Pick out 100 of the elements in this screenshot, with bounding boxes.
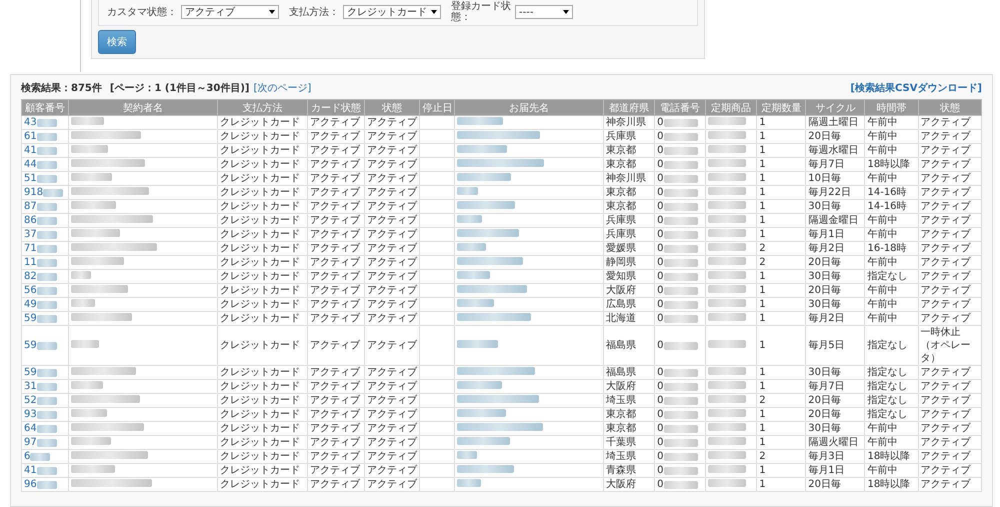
redacted-text bbox=[664, 146, 698, 154]
table-cell: 1 bbox=[756, 408, 806, 422]
table-cell: アクティブ bbox=[918, 464, 982, 478]
table-cell: アクティブ bbox=[307, 228, 365, 242]
table-cell: 愛媛県 bbox=[604, 242, 655, 256]
table-cell: アクティブ bbox=[307, 394, 365, 408]
table-cell: 1 bbox=[756, 200, 806, 214]
table-cell: 30日毎 bbox=[806, 270, 865, 284]
table-cell: クレジットカード bbox=[218, 450, 308, 464]
redacted-text bbox=[36, 202, 57, 210]
table-cell: クレジットカード bbox=[218, 380, 308, 394]
table-cell: 2 bbox=[756, 450, 806, 464]
table-cell: アクティブ bbox=[364, 270, 420, 284]
table-cell: アクティブ bbox=[364, 380, 420, 394]
column-header: 都道府県 bbox=[604, 100, 655, 116]
redacted-text bbox=[664, 188, 698, 196]
redacted-text bbox=[664, 230, 698, 238]
table-cell: クレジットカード bbox=[218, 200, 308, 214]
table-cell: 毎月1日 bbox=[806, 228, 865, 242]
select-field[interactable]: アクティブ bbox=[181, 5, 279, 19]
select-field[interactable]: ---- bbox=[515, 5, 573, 19]
redacted-text bbox=[708, 299, 746, 307]
redacted-text bbox=[708, 409, 746, 417]
redacted-text bbox=[456, 229, 519, 237]
table-cell: アクティブ bbox=[307, 422, 365, 436]
table-cell: アクティブ bbox=[364, 158, 420, 172]
table-cell: 0 bbox=[657, 284, 664, 296]
table-cell: 隔週土曜日 bbox=[806, 116, 865, 130]
table-cell: 神奈川県 bbox=[604, 116, 655, 130]
table-cell: 広島県 bbox=[604, 298, 655, 312]
table-cell: 1 bbox=[756, 464, 806, 478]
customer-number-link[interactable]: 59 bbox=[24, 339, 37, 352]
redacted-text bbox=[70, 465, 115, 473]
result-count: 検索結果：875件 bbox=[21, 82, 102, 95]
table-cell: 0 bbox=[657, 256, 664, 268]
table-cell: アクティブ bbox=[918, 200, 982, 214]
redacted-text bbox=[708, 437, 746, 445]
redacted-text bbox=[456, 451, 477, 459]
table-cell: アクティブ bbox=[918, 270, 982, 284]
redacted-text bbox=[456, 187, 478, 195]
table-cell: 東京都 bbox=[604, 186, 655, 200]
table-cell: 午前中 bbox=[864, 144, 918, 158]
table-cell: 0 bbox=[657, 200, 664, 212]
table-cell: クレジットカード bbox=[218, 256, 308, 270]
field-label: カスタマ状態： bbox=[107, 6, 177, 18]
table-cell: 千葉県 bbox=[604, 436, 655, 450]
table-cell: 1 bbox=[756, 312, 806, 326]
table-cell: アクティブ bbox=[918, 312, 982, 326]
table-cell: アクティブ bbox=[918, 436, 982, 450]
redacted-text bbox=[664, 300, 698, 308]
table-cell: アクティブ bbox=[307, 326, 365, 366]
column-header: 停止日 bbox=[420, 100, 454, 116]
caret-icon bbox=[563, 10, 569, 14]
table-cell: 1 bbox=[756, 214, 806, 228]
table-cell: アクティブ bbox=[307, 200, 365, 214]
table-cell: 午前中 bbox=[864, 214, 918, 228]
table-cell: 1 bbox=[756, 436, 806, 450]
table-cell: 1 bbox=[756, 422, 806, 436]
table-cell: アクティブ bbox=[307, 284, 365, 298]
redacted-text bbox=[70, 367, 136, 375]
redacted-text bbox=[708, 451, 746, 459]
table-cell: 1 bbox=[756, 116, 806, 130]
table-cell: 20日毎 bbox=[806, 284, 865, 298]
redacted-text bbox=[664, 258, 698, 266]
table-cell: アクティブ bbox=[364, 284, 420, 298]
table-cell: 福島県 bbox=[604, 326, 655, 366]
table-cell: 0 bbox=[657, 130, 664, 142]
redacted-text bbox=[70, 229, 120, 237]
table-cell: 指定なし bbox=[864, 366, 918, 380]
search-button[interactable]: 検索 bbox=[98, 30, 136, 54]
table-cell: アクティブ bbox=[918, 284, 982, 298]
field-label: 支払方法： bbox=[289, 6, 339, 18]
table-cell: アクティブ bbox=[918, 478, 982, 492]
redacted-text bbox=[708, 117, 746, 125]
redacted-text bbox=[70, 313, 132, 321]
table-cell: アクティブ bbox=[918, 298, 982, 312]
redacted-text bbox=[456, 285, 527, 293]
table-cell: 18時以降 bbox=[864, 478, 918, 492]
redacted-text bbox=[708, 313, 746, 321]
column-header: 支払方法 bbox=[218, 100, 308, 116]
redacted-text bbox=[36, 286, 57, 294]
table-cell: アクティブ bbox=[918, 214, 982, 228]
table-cell: 東京都 bbox=[604, 422, 655, 436]
table-cell: アクティブ bbox=[307, 172, 365, 186]
customer-number-link[interactable]: 6 bbox=[24, 450, 30, 462]
table-cell: 午前中 bbox=[864, 464, 918, 478]
table-cell: 福島県 bbox=[604, 366, 655, 380]
table-cell: 神奈川県 bbox=[604, 172, 655, 186]
redacted-text bbox=[456, 271, 490, 279]
table-cell: アクティブ bbox=[364, 256, 420, 270]
redacted-text bbox=[36, 300, 57, 308]
redacted-text bbox=[708, 159, 746, 167]
table-cell: 大阪府 bbox=[604, 380, 655, 394]
redacted-text bbox=[36, 216, 57, 224]
redacted-text bbox=[456, 173, 511, 181]
table-cell: 毎月2日 bbox=[806, 242, 865, 256]
select-field[interactable]: クレジットカード bbox=[343, 5, 441, 19]
csv-download-link[interactable]: [検索結果CSVダウンロード] bbox=[850, 81, 982, 95]
next-page-link[interactable]: [次のページ] bbox=[253, 81, 312, 95]
table-cell: アクティブ bbox=[918, 228, 982, 242]
